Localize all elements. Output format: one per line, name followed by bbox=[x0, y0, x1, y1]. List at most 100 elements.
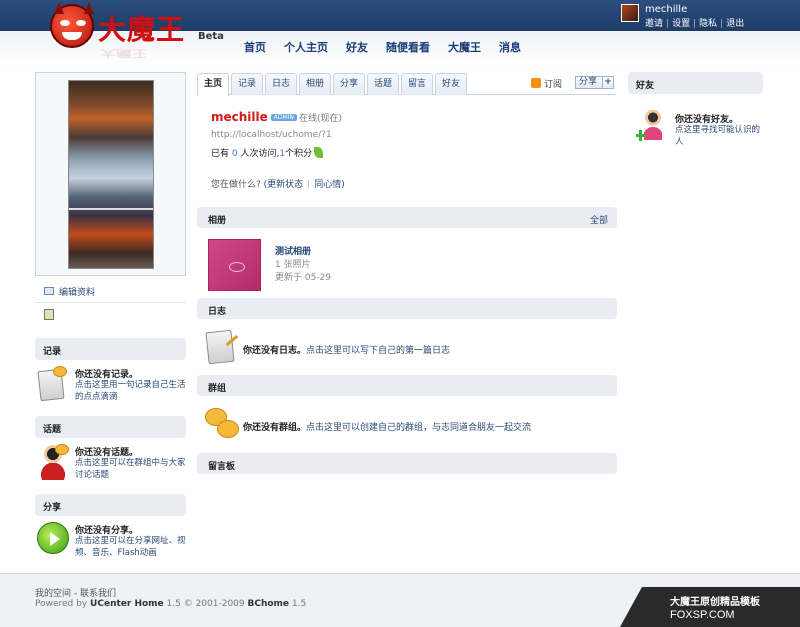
badge-line1: 大魔王原创精品模板 bbox=[670, 597, 760, 608]
doing-prompt: 您在做什么? bbox=[211, 180, 261, 190]
avatar-frame bbox=[35, 72, 186, 276]
logout-link[interactable]: 退出 bbox=[726, 19, 744, 29]
product-version: 1.5 © 2001-2009 bbox=[166, 599, 245, 609]
share-empty: 你还没有分享。 点击这里可以在分享网址、视频、音乐、Flash动画 bbox=[35, 516, 186, 572]
powered-by: Powered by UCenter Home 1.5 © 2001-2009 … bbox=[35, 599, 306, 609]
record-empty: 你还没有记录。 点击这里用一句记录自己生活的点点滴滴 bbox=[35, 360, 186, 416]
blog-empty-title: 你还没有日志。 bbox=[243, 346, 307, 356]
bchome-version: 1.5 bbox=[291, 599, 307, 609]
nav-messages[interactable]: 消息 bbox=[499, 39, 521, 55]
share-title: 分享 bbox=[43, 503, 62, 513]
add-friend-icon bbox=[636, 110, 668, 144]
album-all-link[interactable]: 全部 bbox=[590, 213, 608, 226]
topic-empty: 你还没有话题。 点击这里可以在群组中与大家讨论话题 bbox=[35, 438, 186, 494]
profile-name[interactable]: mechille bbox=[211, 110, 268, 124]
blog-title: 日志 bbox=[208, 307, 227, 317]
rss-icon bbox=[531, 78, 541, 88]
blog-empty: 你还没有日志。点击这里可以写下自己的第一篇日志 bbox=[205, 329, 605, 369]
logo-text: 大魔王 bbox=[98, 13, 186, 46]
nav-friends[interactable]: 好友 bbox=[346, 39, 368, 55]
tab-friends[interactable]: 好友 bbox=[435, 73, 467, 95]
admin-badge: ADMIN bbox=[270, 114, 297, 121]
group-empty-link[interactable]: 点击这里可以创建自己的群组，与志同道合朋友一起交流 bbox=[306, 423, 531, 433]
site-logo[interactable]: 大魔王 大魔王 Beta bbox=[48, 2, 244, 64]
guestbook-header: 留言板 bbox=[197, 453, 617, 474]
album-updated: 更新于 05-29 bbox=[275, 273, 332, 283]
same-mood-link[interactable]: 同心情) bbox=[314, 180, 345, 190]
badge-line2: FOXSP.COM bbox=[670, 609, 735, 621]
profile-url[interactable]: http://localhost/uchome/?1 bbox=[211, 130, 611, 140]
find-friends-link[interactable]: 点这里寻找可能认识的人 bbox=[675, 124, 763, 148]
profile-info: mechille ADMIN 在线(现在) http://localhost/uch… bbox=[211, 110, 611, 190]
blog-empty-link[interactable]: 点击这里可以写下自己的第一篇日志 bbox=[306, 346, 450, 356]
avatar-tool[interactable] bbox=[35, 303, 186, 325]
friends-empty: 你还没有好友。 点这里寻找可能认识的人 bbox=[628, 72, 763, 147]
tab-album[interactable]: 相册 bbox=[299, 73, 331, 95]
profile-stats: 已有 0 人次访问,1个积分 bbox=[211, 146, 611, 159]
share-play-icon bbox=[37, 522, 69, 554]
product-name[interactable]: UCenter Home bbox=[90, 599, 164, 609]
picture-icon bbox=[44, 309, 54, 320]
tab-records[interactable]: 记录 bbox=[231, 73, 263, 95]
share-button[interactable]: 分享 + bbox=[575, 76, 614, 89]
share-header: 分享 bbox=[35, 494, 186, 516]
share-button-label: 分享 bbox=[579, 77, 598, 87]
group-header: 群组 bbox=[197, 375, 617, 396]
left-column: 编辑资料 记录 你还没有记录。 点击这里用一句记录自己生活的点点滴滴 话题 你还… bbox=[35, 72, 186, 572]
profile-card-icon bbox=[44, 287, 54, 295]
album-title: 相册 bbox=[208, 216, 227, 226]
stats-prefix: 已有 bbox=[211, 149, 230, 159]
edit-profile-link[interactable]: 编辑资料 bbox=[35, 279, 186, 303]
topic-header: 话题 bbox=[35, 416, 186, 438]
tab-home[interactable]: 主页 bbox=[197, 73, 229, 96]
group-empty: 你还没有群组。点击这里可以创建自己的群组，与志同道合朋友一起交流 bbox=[205, 406, 605, 446]
powered-prefix: Powered by bbox=[35, 599, 88, 609]
album-info: 测试相册 1 张照片 更新于 05-29 bbox=[275, 246, 331, 285]
update-status-link[interactable]: (更新状态 bbox=[264, 180, 304, 190]
album-header: 相册 全部 bbox=[197, 207, 617, 228]
user-links: 邀请 | 设置 | 隐私 | 退出 bbox=[645, 19, 745, 29]
group-empty-title: 你还没有群组。 bbox=[243, 423, 307, 433]
stats-suffix: 个积分 bbox=[285, 149, 313, 159]
guestbook-title: 留言板 bbox=[208, 462, 236, 472]
nav-browse[interactable]: 随便看看 bbox=[386, 39, 430, 55]
username[interactable]: mechille bbox=[645, 4, 687, 15]
tab-guestbook[interactable]: 留言 bbox=[401, 73, 433, 95]
album-name[interactable]: 测试相册 bbox=[275, 247, 311, 257]
record-header: 记录 bbox=[35, 338, 186, 360]
beta-label: Beta bbox=[198, 31, 224, 42]
album-count: 1 张照片 bbox=[275, 260, 311, 270]
footer-links[interactable]: 我的空间 - 联系我们 bbox=[35, 586, 116, 599]
record-empty-link[interactable]: 点击这里用一句记录自己生活的点点滴滴 bbox=[75, 379, 187, 403]
invite-link[interactable]: 邀请 bbox=[645, 19, 663, 29]
edit-profile-label[interactable]: 编辑资料 bbox=[59, 285, 95, 298]
logo-reflection: 大魔王 bbox=[100, 47, 149, 59]
blog-note-icon bbox=[205, 329, 239, 365]
share-empty-link[interactable]: 点击这里可以在分享网址、视频、音乐、Flash动画 bbox=[75, 535, 187, 559]
tab-topic[interactable]: 话题 bbox=[367, 73, 399, 95]
tab-blog[interactable]: 日志 bbox=[265, 73, 297, 95]
profile-photo[interactable] bbox=[68, 80, 154, 269]
album-cover[interactable] bbox=[208, 239, 261, 291]
stats-mid: 人次访问, bbox=[240, 149, 280, 159]
note-bubble-icon bbox=[37, 366, 69, 402]
nav-brand[interactable]: 大魔王 bbox=[448, 39, 481, 55]
tab-share[interactable]: 分享 bbox=[333, 73, 365, 95]
user-avatar[interactable] bbox=[621, 4, 639, 22]
doing-line: 您在做什么? (更新状态 | 同心情) bbox=[211, 180, 345, 190]
nav-profile[interactable]: 个人主页 bbox=[284, 39, 328, 55]
settings-link[interactable]: 设置 bbox=[672, 19, 690, 29]
record-title: 记录 bbox=[43, 347, 62, 357]
feed-label: 订阅 bbox=[544, 80, 563, 90]
visit-count: 0 bbox=[231, 149, 238, 159]
blog-header: 日志 bbox=[197, 298, 617, 319]
topic-title: 话题 bbox=[43, 425, 62, 435]
main-nav: 首页 个人主页 好友 随便看看 大魔王 消息 bbox=[244, 39, 539, 55]
bchome-name[interactable]: BChome bbox=[248, 599, 290, 609]
online-status: 在线(现在) bbox=[298, 114, 342, 124]
privacy-link[interactable]: 隐私 bbox=[699, 19, 717, 29]
nav-home[interactable]: 首页 bbox=[244, 39, 266, 55]
topic-empty-link[interactable]: 点击这里可以在群组中与大家讨论话题 bbox=[75, 457, 187, 481]
feed-link[interactable]: 订阅 bbox=[531, 77, 562, 90]
devil-mascot-icon bbox=[50, 2, 94, 48]
